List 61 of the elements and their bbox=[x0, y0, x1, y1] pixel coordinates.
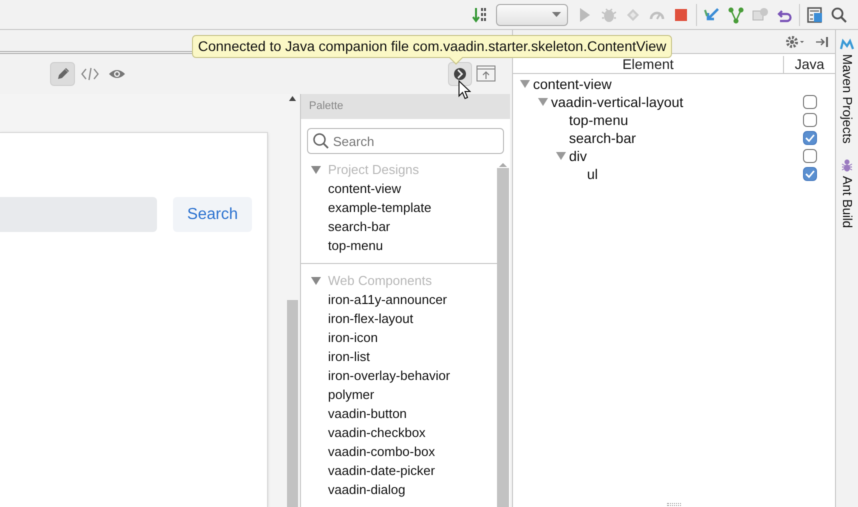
tooltip-pointer bbox=[449, 57, 463, 65]
scrollbar[interactable] bbox=[287, 300, 298, 507]
palette-item[interactable]: iron-flex-layout bbox=[328, 311, 414, 326]
search-button[interactable]: Search bbox=[173, 197, 252, 232]
design-mode-button[interactable] bbox=[50, 62, 75, 86]
palette-item[interactable]: vaadin-checkbox bbox=[328, 425, 426, 440]
run-config-dropdown[interactable] bbox=[496, 4, 568, 26]
palette-section-title: Web Components bbox=[328, 272, 432, 290]
side-tab[interactable]: Ant Build bbox=[837, 176, 857, 228]
palette-search-field[interactable]: Search bbox=[307, 128, 504, 154]
palette-item[interactable]: top-menu bbox=[328, 238, 383, 253]
code-icon bbox=[80, 65, 98, 83]
palette-item[interactable]: polymer bbox=[328, 387, 374, 402]
tree-item[interactable]: ul bbox=[587, 164, 598, 184]
checkbox[interactable] bbox=[803, 149, 817, 163]
side-tab[interactable]: Maven Projects bbox=[837, 54, 857, 144]
search-icon[interactable] bbox=[830, 6, 848, 24]
expanded-arrow-icon[interactable] bbox=[311, 276, 321, 284]
ant-icon bbox=[841, 158, 853, 172]
scroll-up-icon[interactable] bbox=[287, 94, 298, 102]
tree-item[interactable]: top-menu bbox=[569, 110, 628, 130]
tree-item[interactable]: content-view bbox=[533, 74, 612, 94]
scrollbar[interactable] bbox=[497, 168, 509, 507]
column-header[interactable]: Java bbox=[783, 56, 835, 73]
palette-item[interactable]: iron-list bbox=[328, 349, 370, 364]
palette-item[interactable]: vaadin-combo-box bbox=[328, 444, 435, 459]
arrow-icon[interactable] bbox=[703, 6, 721, 24]
palette-header: Palette bbox=[301, 94, 510, 119]
sort-icon[interactable] bbox=[472, 6, 488, 24]
palette-item[interactable]: iron-icon bbox=[328, 330, 378, 345]
checkbox[interactable] bbox=[803, 167, 817, 181]
palette-item[interactable]: vaadin-dialog bbox=[328, 482, 406, 497]
tree-item[interactable]: vaadin-vertical-layout bbox=[551, 92, 684, 112]
caret-icon bbox=[552, 12, 561, 17]
column-header[interactable]: Element bbox=[513, 56, 783, 73]
checkbox[interactable] bbox=[803, 95, 817, 109]
expanded-arrow-icon[interactable] bbox=[520, 80, 530, 88]
expanded-arrow-icon[interactable] bbox=[311, 166, 321, 174]
checkbox[interactable] bbox=[803, 131, 817, 145]
branch-icon[interactable] bbox=[727, 6, 745, 24]
mouse-pointer-icon bbox=[458, 80, 471, 100]
window-export-icon[interactable] bbox=[476, 65, 496, 83]
tree-item[interactable]: div bbox=[569, 146, 587, 166]
pin-icon[interactable] bbox=[815, 36, 829, 48]
checkbox[interactable] bbox=[803, 113, 817, 127]
expanded-arrow-icon[interactable] bbox=[556, 152, 566, 160]
connection-icon bbox=[453, 67, 467, 81]
structure-icon[interactable] bbox=[806, 6, 824, 24]
connection-button[interactable] bbox=[448, 62, 472, 86]
palette-item[interactable]: iron-overlay-behavior bbox=[328, 368, 450, 383]
palette-item[interactable]: search-bar bbox=[328, 219, 390, 234]
palette-item[interactable]: content-view bbox=[328, 181, 401, 196]
tree-item[interactable]: search-bar bbox=[569, 128, 636, 148]
palette-item[interactable]: vaadin-date-picker bbox=[328, 463, 435, 478]
palette-item[interactable]: iron-a11y-announcer bbox=[328, 292, 447, 307]
palette-item[interactable]: vaadin-button bbox=[328, 406, 407, 421]
settings-icon[interactable] bbox=[785, 34, 805, 48]
expanded-arrow-icon[interactable] bbox=[538, 98, 548, 106]
maven-icon bbox=[840, 38, 854, 50]
palette-item[interactable]: example-template bbox=[328, 200, 432, 215]
palette-section-title: Project Designs bbox=[328, 160, 420, 179]
